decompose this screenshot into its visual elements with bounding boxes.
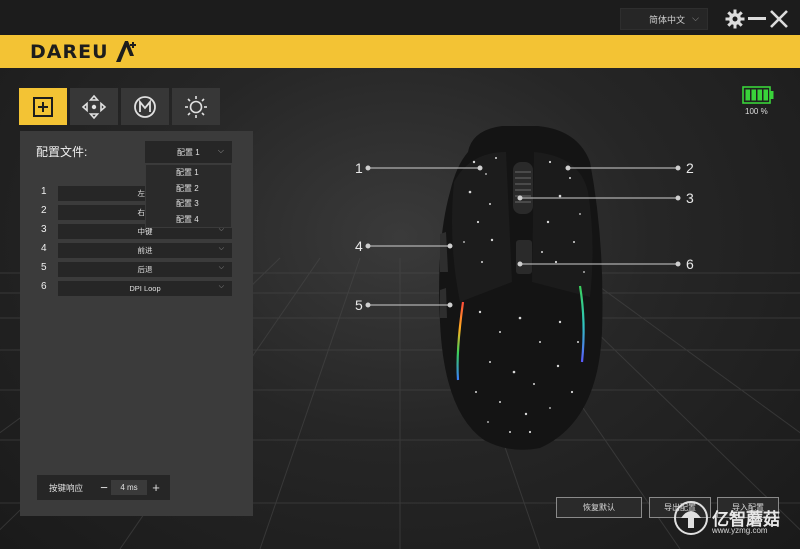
key-value: 前进 [137, 246, 153, 255]
response-label: 按键响应 [49, 482, 84, 493]
increase-button[interactable]: + [149, 480, 163, 495]
language-label: 简体中文 [649, 14, 686, 25]
chevron-down-icon: ⌵ [218, 283, 224, 290]
mouse-illustration [439, 126, 603, 450]
key-number: 1 [41, 186, 47, 197]
profile-option[interactable]: 配置 1 [146, 165, 231, 181]
profile-dropdown: 配置 1 配置 2 配置 3 配置 4 [145, 164, 232, 228]
gear-icon[interactable] [724, 8, 746, 30]
response-value[interactable]: 4 ms [111, 480, 147, 495]
close-icon[interactable] [767, 8, 791, 30]
chevron-down-icon: ⌵ [692, 13, 699, 23]
m-circle-icon [134, 95, 156, 118]
watermark-url: www.yzmg.com [712, 526, 768, 535]
tab-macro-settings[interactable] [121, 88, 169, 125]
brand-mark-icon [116, 41, 136, 62]
brand-logo: DAREU [30, 41, 109, 63]
chevron-down-icon: ⌵ [218, 264, 224, 271]
language-select[interactable]: 简体中文 ⌵ [620, 8, 708, 30]
key-number: 4 [41, 243, 47, 254]
move-arrows-icon [81, 94, 107, 119]
key-6-select[interactable]: DPI Loop ⌵ [58, 281, 232, 296]
callout-number: 3 [686, 190, 694, 206]
profile-label: 配置文件: [36, 145, 88, 159]
callout-number: 1 [355, 160, 363, 176]
profile-option[interactable]: 配置 3 [146, 196, 231, 212]
key-4-select[interactable]: 前进 ⌵ [58, 243, 232, 258]
profile-option[interactable]: 配置 2 [146, 181, 231, 197]
key-number: 2 [41, 205, 47, 216]
profile-option[interactable]: 配置 4 [146, 212, 231, 228]
battery-percent: 100 % [745, 107, 768, 116]
sun-icon [185, 95, 207, 118]
chevron-down-icon: ⌵ [218, 245, 224, 252]
key-number: 6 [41, 281, 47, 292]
callout-number: 2 [686, 160, 694, 176]
tab-button-settings[interactable] [19, 88, 67, 125]
watermark-mushroom-icon [674, 501, 708, 535]
profile-selected: 配置 1 [177, 147, 200, 157]
battery-icon [742, 86, 774, 104]
plus-square-icon [33, 96, 53, 117]
key-5-select[interactable]: 后退 ⌵ [58, 262, 232, 277]
tab-dpi-settings[interactable] [70, 88, 118, 125]
minimize-icon[interactable] [747, 8, 767, 30]
response-time-control: 按键响应 − 4 ms + [37, 475, 170, 500]
callout-number: 6 [686, 256, 694, 272]
chevron-down-icon: ⌵ [217, 146, 224, 155]
key-value: DPI Loop [129, 284, 161, 293]
key-number: 5 [41, 262, 47, 273]
callout-number: 4 [355, 238, 363, 254]
callout-number: 5 [355, 297, 363, 313]
key-number: 3 [41, 224, 47, 235]
tab-lighting-settings[interactable] [172, 88, 220, 125]
restore-default-button[interactable]: 恢复默认 [556, 497, 642, 518]
decrease-button[interactable]: − [97, 480, 111, 495]
key-value: 后退 [137, 265, 153, 274]
profile-select[interactable]: 配置 1 ⌵ [145, 141, 232, 163]
